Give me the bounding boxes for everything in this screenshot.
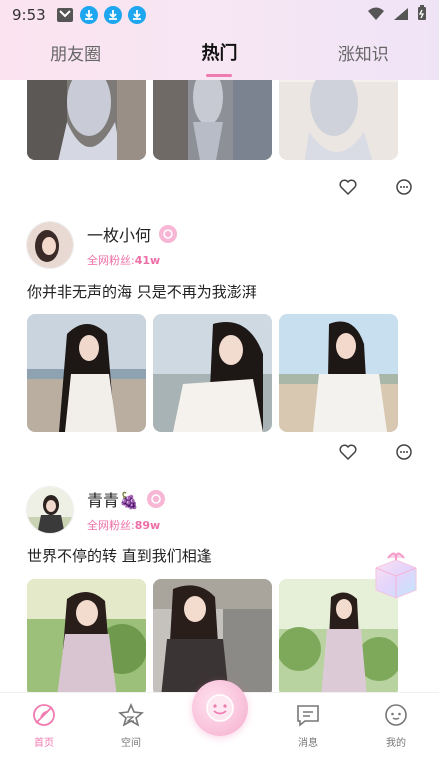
message-icon [295, 705, 321, 730]
post-header: 青青🍇 全网粉丝:89w [26, 486, 165, 534]
status-time: 9:53 [12, 6, 46, 24]
fans-count: 全网粉丝:89w [87, 519, 161, 532]
smile-face-icon [206, 694, 234, 722]
nav-space[interactable]: 空间 [101, 702, 161, 749]
post-image[interactable] [27, 314, 146, 432]
nav-messages[interactable]: 消息 [278, 703, 338, 749]
post-image[interactable] [279, 314, 398, 432]
download-notification-icon [79, 6, 98, 24]
signal-icon [393, 6, 409, 25]
post-image-row [27, 314, 398, 432]
post-text: 你并非无声的海 只是不再为我澎湃 [27, 283, 257, 301]
fans-count: 全网粉丝:41w [87, 254, 161, 267]
home-icon [31, 704, 57, 730]
post-image[interactable] [153, 80, 272, 160]
profile-face-icon [383, 704, 409, 730]
gift-box-icon[interactable] [368, 546, 424, 602]
comment-icon[interactable] [395, 178, 413, 200]
center-action-button[interactable] [192, 680, 248, 736]
system-navigation-area [0, 752, 439, 780]
username[interactable]: 青青🍇 [87, 487, 139, 511]
post-image[interactable] [27, 579, 146, 692]
tab-hot[interactable]: 热门 [201, 39, 237, 77]
comment-icon[interactable] [395, 443, 413, 465]
post-actions [339, 178, 413, 200]
download-notification-icon [103, 6, 122, 24]
verified-badge-icon [159, 225, 178, 243]
verified-badge-icon [146, 490, 165, 508]
nav-home[interactable]: 首页 [14, 703, 74, 749]
post-image-row [27, 80, 398, 160]
post-header: 一枚小何 全网粉丝:41w [26, 221, 178, 269]
post-image[interactable] [279, 80, 398, 160]
download-notification-icon [127, 6, 146, 24]
avatar[interactable] [26, 486, 74, 534]
post-image[interactable] [153, 579, 272, 692]
nav-mine[interactable]: 我的 [366, 703, 426, 749]
top-tab-bar: 朋友圈 热门 涨知识 [0, 30, 439, 80]
wifi-icon [367, 6, 385, 25]
status-bar: 9:53 [0, 0, 439, 30]
post-actions [339, 443, 413, 465]
tab-friends[interactable]: 朋友圈 [50, 40, 101, 71]
battery-icon [417, 5, 427, 25]
post-text: 世界不停的转 直到我们相逢 [27, 547, 212, 565]
post-image-row [27, 579, 398, 692]
heart-icon[interactable] [339, 444, 357, 464]
gallery-notification-icon [56, 6, 74, 24]
tab-knowledge[interactable]: 涨知识 [338, 40, 389, 71]
star-icon [118, 702, 144, 730]
heart-icon[interactable] [339, 179, 357, 199]
post-image[interactable] [153, 314, 272, 432]
post-image[interactable] [27, 80, 146, 160]
active-tab-indicator [206, 74, 233, 77]
username[interactable]: 一枚小何 [87, 222, 151, 246]
avatar[interactable] [26, 221, 74, 269]
